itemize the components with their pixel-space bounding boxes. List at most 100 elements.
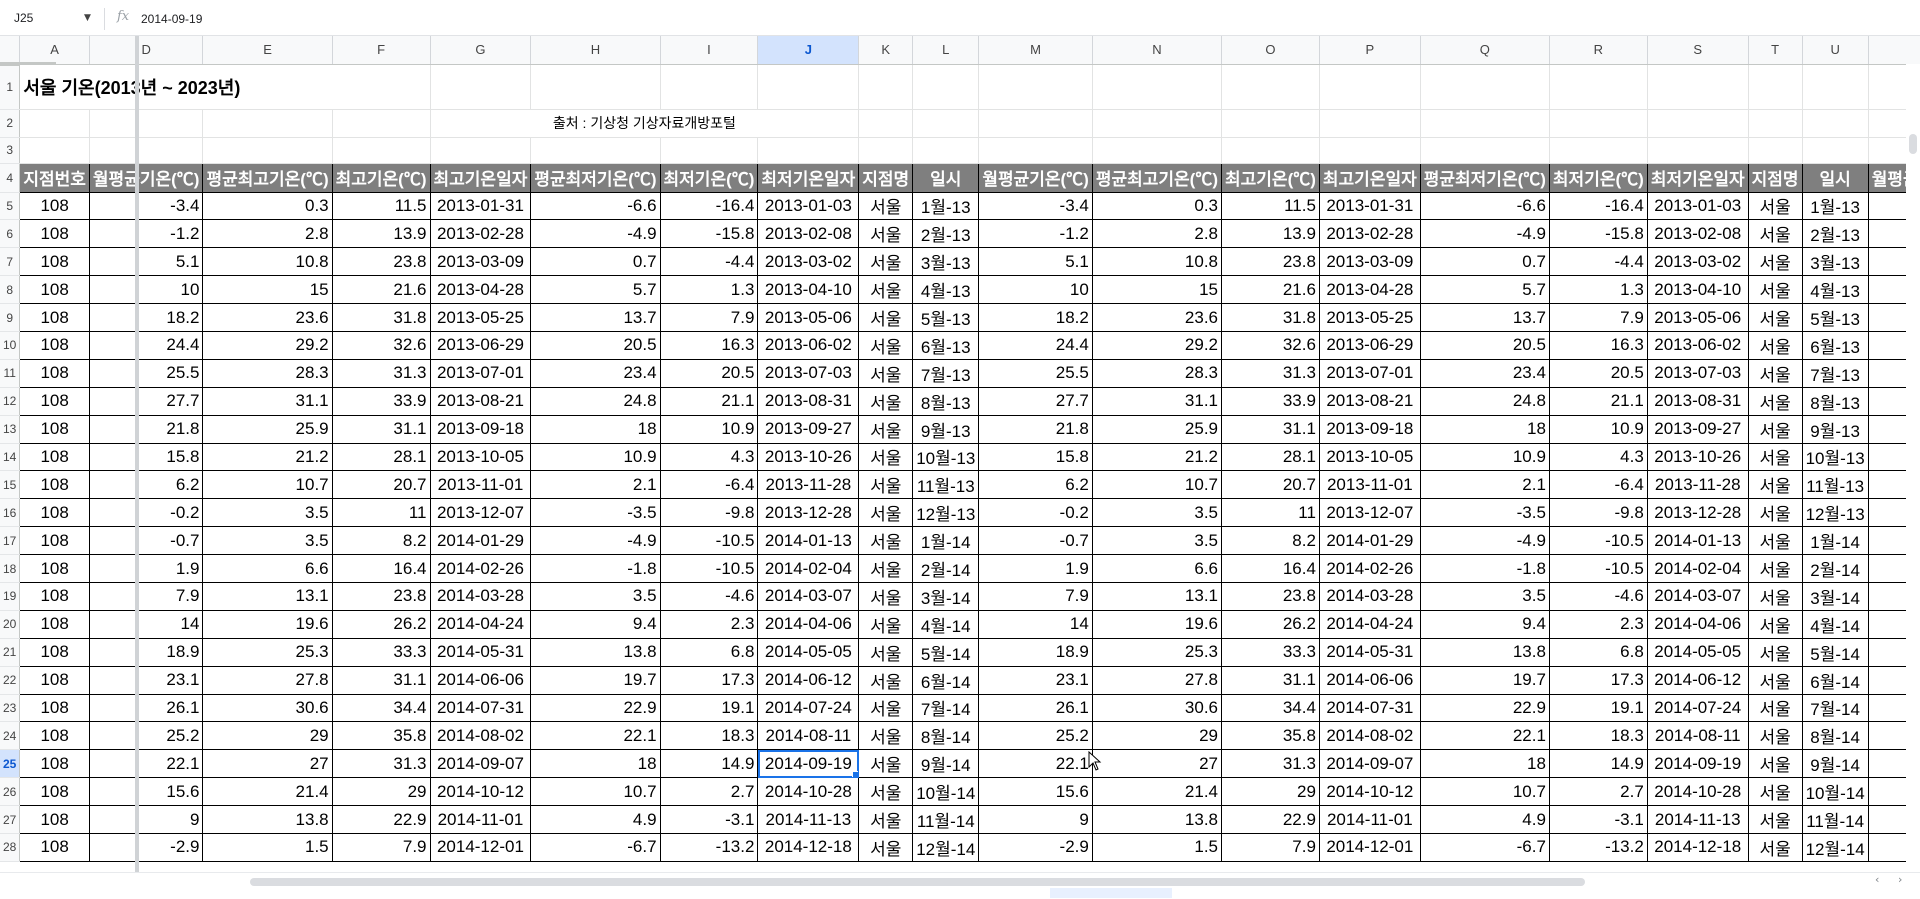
cell-u9[interactable]: 5월-13: [1802, 303, 1869, 332]
cell-e10[interactable]: 29.2: [202, 331, 333, 360]
cell-q19[interactable]: 3.5: [1420, 582, 1550, 611]
row-header-6[interactable]: 6: [0, 219, 21, 249]
cell-g25[interactable]: 2014-09-07: [430, 749, 532, 779]
cell-r15[interactable]: -6.4: [1549, 470, 1648, 500]
cell-s23[interactable]: 2014-07-24: [1647, 694, 1749, 723]
cell-d14[interactable]: 15.8: [89, 443, 204, 472]
row-header-20[interactable]: 20: [0, 610, 21, 639]
cell-u15[interactable]: 11월-13: [1802, 470, 1869, 500]
cell[interactable]: [530, 137, 661, 164]
sheet-title[interactable]: 서울 기온(2013년 ~ 2023년): [19, 64, 431, 110]
row-header-18[interactable]: 18: [0, 554, 21, 583]
cell[interactable]: [1420, 137, 1550, 164]
scroll-left-icon[interactable]: ‹: [1875, 873, 1879, 886]
cell-i15[interactable]: -6.4: [660, 470, 759, 500]
cell-u27[interactable]: 11월-14: [1802, 805, 1869, 834]
cell-n7[interactable]: 10.8: [1092, 247, 1223, 277]
cell-i7[interactable]: -4.4: [660, 247, 759, 277]
cell-t14[interactable]: 서울: [1748, 443, 1803, 472]
cell-s22[interactable]: 2014-06-12: [1647, 666, 1749, 695]
cell-t10[interactable]: 서울: [1748, 331, 1803, 360]
cell-n5[interactable]: 0.3: [1092, 192, 1223, 221]
cell-t16[interactable]: 서울: [1748, 498, 1803, 528]
cell-n12[interactable]: 31.1: [1092, 387, 1223, 416]
row-header-17[interactable]: 17: [0, 526, 21, 556]
header-cell-m[interactable]: 월평균기온(℃): [978, 163, 1093, 193]
cell-i27[interactable]: -3.1: [660, 805, 759, 834]
cell-p17[interactable]: 2014-01-29: [1319, 526, 1421, 556]
cell-f13[interactable]: 31.1: [332, 415, 431, 444]
row-header-5[interactable]: 5: [0, 192, 21, 221]
cell-o11[interactable]: 31.3: [1221, 359, 1320, 388]
cell[interactable]: [89, 109, 204, 138]
cell-e14[interactable]: 21.2: [202, 443, 333, 472]
cell-u7[interactable]: 3월-13: [1802, 247, 1869, 277]
cell-s7[interactable]: 2013-03-02: [1647, 247, 1749, 277]
row-header-19[interactable]: 19: [0, 582, 21, 611]
cell-u10[interactable]: 6월-13: [1802, 331, 1869, 360]
cell-p24[interactable]: 2014-08-02: [1319, 721, 1421, 751]
cell-h16[interactable]: -3.5: [530, 498, 661, 528]
column-header-u[interactable]: U: [1802, 36, 1869, 65]
row-header-8[interactable]: 8: [0, 275, 21, 305]
chevron-down-icon[interactable]: ▼: [84, 6, 91, 30]
cell-d9[interactable]: 18.2: [89, 303, 204, 332]
cell-d13[interactable]: 21.8: [89, 415, 204, 444]
cell-l26[interactable]: 10월-14: [912, 777, 980, 807]
cell-f22[interactable]: 31.1: [332, 666, 431, 695]
cell-f5[interactable]: 11.5: [332, 192, 431, 221]
cell-d22[interactable]: 23.1: [89, 666, 204, 695]
select-all-corner[interactable]: [0, 36, 21, 66]
cell-s10[interactable]: 2013-06-02: [1647, 331, 1749, 360]
cell-k8[interactable]: 서울: [858, 275, 914, 305]
cell-a11[interactable]: 108: [19, 359, 90, 388]
cell-p27[interactable]: 2014-11-01: [1319, 805, 1421, 834]
cell-p8[interactable]: 2013-04-28: [1319, 275, 1421, 305]
cell-s18[interactable]: 2014-02-04: [1647, 554, 1749, 583]
cell-p23[interactable]: 2014-07-31: [1319, 694, 1421, 723]
cell-t18[interactable]: 서울: [1748, 554, 1803, 583]
cell-l20[interactable]: 4월-14: [912, 610, 980, 639]
cell-f10[interactable]: 32.6: [332, 331, 431, 360]
column-header-i[interactable]: I: [660, 36, 759, 65]
cell-d6[interactable]: -1.2: [89, 219, 204, 249]
cell[interactable]: [912, 137, 980, 164]
cell-r25[interactable]: 14.9: [1549, 749, 1648, 779]
cell-a17[interactable]: 108: [19, 526, 90, 556]
cell-a26[interactable]: 108: [19, 777, 90, 807]
cell-n25[interactable]: 27: [1092, 749, 1223, 779]
cell-s20[interactable]: 2014-04-06: [1647, 610, 1749, 639]
cell-j21[interactable]: 2014-05-05: [757, 638, 860, 667]
cell-m14[interactable]: 15.8: [978, 443, 1093, 472]
header-cell-a[interactable]: 지점번호: [19, 163, 90, 193]
cell-m15[interactable]: 6.2: [978, 470, 1093, 500]
header-cell-p[interactable]: 최고기온일자: [1319, 163, 1421, 193]
cell-s16[interactable]: 2013-12-28: [1647, 498, 1749, 528]
cell-e11[interactable]: 28.3: [202, 359, 333, 388]
vertical-scrollbar[interactable]: [1906, 64, 1920, 872]
cell-a25[interactable]: 108: [19, 749, 90, 779]
cell-n27[interactable]: 13.8: [1092, 805, 1223, 834]
cell-u23[interactable]: 7월-14: [1802, 694, 1869, 723]
cell-n23[interactable]: 30.6: [1092, 694, 1223, 723]
cell-p12[interactable]: 2013-08-21: [1319, 387, 1421, 416]
cell-n22[interactable]: 27.8: [1092, 666, 1223, 695]
cell-r20[interactable]: 2.3: [1549, 610, 1648, 639]
cell-a10[interactable]: 108: [19, 331, 90, 360]
cell-d16[interactable]: -0.2: [89, 498, 204, 528]
cell-f9[interactable]: 31.8: [332, 303, 431, 332]
row-header-15[interactable]: 15: [0, 470, 21, 500]
cell-s26[interactable]: 2014-10-28: [1647, 777, 1749, 807]
cell-h24[interactable]: 22.1: [530, 721, 661, 751]
cell-j19[interactable]: 2014-03-07: [757, 582, 860, 611]
row-header-11[interactable]: 11: [0, 359, 21, 388]
horizontal-scrollbar[interactable]: ‹ ›: [0, 872, 1920, 899]
cell-r22[interactable]: 17.3: [1549, 666, 1648, 695]
cell[interactable]: [430, 64, 532, 110]
cell-h28[interactable]: -6.7: [530, 833, 661, 862]
cell-i18[interactable]: -10.5: [660, 554, 759, 583]
cell-d11[interactable]: 25.5: [89, 359, 204, 388]
cell-k19[interactable]: 서울: [858, 582, 914, 611]
cell-n26[interactable]: 21.4: [1092, 777, 1223, 807]
cell-l15[interactable]: 11월-13: [912, 470, 980, 500]
